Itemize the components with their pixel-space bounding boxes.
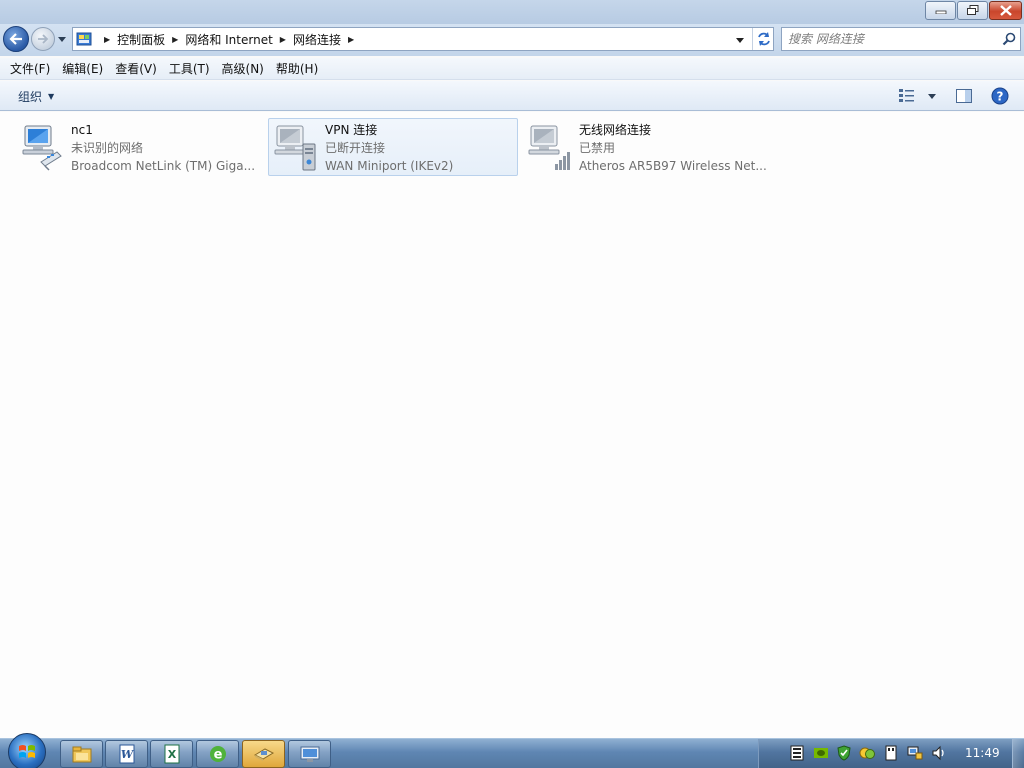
network-folder-icon [253, 748, 274, 761]
wireless-adapter-icon [528, 125, 570, 170]
refresh-icon [757, 32, 770, 46]
menu-edit[interactable]: 编辑(E) [56, 59, 109, 79]
system-tray: 11:49 [758, 739, 1024, 768]
close-icon [999, 5, 1012, 16]
refresh-button[interactable] [752, 28, 774, 50]
connection-status: 未识别的网络 [71, 141, 144, 155]
connection-text: VPN 连接 已断开连接 WAN Miniport (IKEv2) [325, 121, 515, 175]
chevron-down-icon [927, 94, 936, 99]
breadcrumb-item-control-panel[interactable]: 控制面板 [117, 31, 165, 48]
explorer-icon [72, 746, 91, 763]
vpn-adapter-icon [274, 125, 316, 171]
breadcrumb-separator[interactable]: ▶ [172, 35, 178, 44]
taskbar-remote-desktop[interactable] [288, 740, 331, 768]
usb-icon[interactable] [883, 745, 899, 761]
ethernet-adapter-icon [22, 125, 62, 171]
show-desktop-button[interactable] [1012, 739, 1024, 768]
address-dropdown-icon[interactable] [735, 36, 745, 44]
chevron-down-icon: ▼ [48, 91, 55, 101]
breadcrumb-separator[interactable]: ▶ [348, 35, 354, 44]
help-icon: ? [991, 87, 1009, 105]
preview-pane-button[interactable] [952, 86, 976, 106]
connection-item-vpn[interactable]: VPN 连接 已断开连接 WAN Miniport (IKEv2) [268, 118, 518, 176]
search-input[interactable] [788, 31, 988, 47]
search-icon[interactable] [1002, 32, 1016, 46]
breadcrumb-separator[interactable]: ▶ [104, 35, 110, 44]
nvidia-icon[interactable] [813, 745, 829, 761]
restore-button[interactable] [957, 1, 988, 20]
minimize-icon [935, 10, 946, 14]
preview-pane-icon [956, 89, 972, 103]
explorer-window: ▶ 控制面板 ▶ 网络和 Internet ▶ 网络连接 ▶ 搜索 网络连接 文… [0, 0, 1024, 738]
navigation-bar: ▶ 控制面板 ▶ 网络和 Internet ▶ 网络连接 ▶ [0, 24, 1024, 56]
connection-text: 无线网络连接 已禁用 Atheros AR5B97 Wireless Net..… [579, 121, 769, 175]
restore-icon [966, 5, 978, 15]
word-icon: W [119, 744, 134, 764]
shield-icon[interactable] [836, 745, 852, 761]
taskbar-ie[interactable]: e [196, 740, 239, 768]
taskbar-word[interactable]: W [105, 740, 148, 768]
breadcrumb-separator[interactable]: ▶ [280, 35, 286, 44]
start-button[interactable] [8, 733, 46, 768]
breadcrumb-item-network-internet[interactable]: 网络和 Internet [185, 31, 272, 48]
svg-text:X: X [167, 748, 176, 761]
volume-icon[interactable] [931, 745, 947, 761]
connection-device: Atheros AR5B97 Wireless Net... [579, 159, 767, 173]
menu-file[interactable]: 文件(F) [4, 59, 56, 79]
svg-text:W: W [120, 748, 134, 761]
connection-status: 已断开连接 [325, 141, 386, 155]
command-bar: 组织 ▼ ? [0, 81, 1024, 111]
close-button[interactable] [989, 1, 1022, 20]
search-box[interactable] [781, 27, 1021, 51]
remote-desktop-icon [300, 746, 319, 762]
minimize-button[interactable] [925, 1, 956, 20]
connection-item-wireless[interactable]: 无线网络连接 已禁用 Atheros AR5B97 Wireless Net..… [522, 118, 772, 176]
svg-text:?: ? [997, 90, 1004, 104]
media-icon[interactable] [789, 745, 805, 761]
menu-tools[interactable]: 工具(T) [163, 59, 216, 79]
address-bar[interactable]: ▶ 控制面板 ▶ 网络和 Internet ▶ 网络连接 ▶ [72, 27, 774, 51]
menu-bar: 文件(F) 编辑(E) 查看(V) 工具(T) 高级(N) 帮助(H) [0, 58, 1024, 80]
arrow-left-icon [9, 33, 22, 45]
organize-label: 组织 [18, 89, 43, 104]
connection-device: Broadcom NetLink (TM) Giga... [71, 159, 256, 173]
chat-icon[interactable] [859, 745, 875, 761]
recent-pages-dropdown-icon[interactable] [57, 34, 67, 44]
taskbar: W X e 11:49 [0, 733, 1024, 768]
connection-name: nc1 [71, 123, 93, 137]
taskbar-explorer[interactable] [60, 740, 103, 768]
connection-device: WAN Miniport (IKEv2) [325, 159, 454, 173]
organize-button[interactable]: 组织 ▼ [12, 86, 60, 106]
change-view-button[interactable] [898, 86, 938, 106]
forward-button[interactable] [31, 27, 55, 51]
windows-logo-icon [19, 745, 35, 758]
menu-view[interactable]: 查看(V) [109, 59, 163, 79]
connections-view[interactable]: nc1 未识别的网络 Broadcom NetLink (TM) Giga...… [0, 112, 1024, 738]
clock[interactable]: 11:49 [965, 746, 1000, 760]
svg-text:e: e [213, 748, 222, 763]
title-bar[interactable] [0, 0, 1024, 24]
menu-advanced[interactable]: 高级(N) [216, 59, 270, 79]
breadcrumb-item-network-connections[interactable]: 网络连接 [293, 31, 341, 48]
help-button[interactable]: ? [988, 84, 1012, 108]
breadcrumb: ▶ 控制面板 ▶ 网络和 Internet ▶ 网络连接 ▶ [97, 28, 361, 50]
connection-name: VPN 连接 [325, 123, 378, 137]
taskbar-network-connections[interactable] [242, 740, 285, 768]
network-icon[interactable] [907, 745, 923, 761]
control-panel-icon [76, 32, 92, 46]
arrow-right-icon [38, 34, 49, 44]
connection-name: 无线网络连接 [579, 123, 652, 137]
connection-status: 已禁用 [579, 141, 616, 155]
connection-item-nc1[interactable]: nc1 未识别的网络 Broadcom NetLink (TM) Giga... [14, 118, 264, 176]
view-details-icon [899, 89, 914, 102]
menu-help[interactable]: 帮助(H) [270, 59, 324, 79]
connection-text: nc1 未识别的网络 Broadcom NetLink (TM) Giga... [71, 121, 261, 175]
ie-icon: e [209, 746, 226, 763]
taskbar-excel[interactable]: X [150, 740, 193, 768]
back-button[interactable] [3, 26, 29, 52]
excel-icon: X [164, 744, 179, 764]
